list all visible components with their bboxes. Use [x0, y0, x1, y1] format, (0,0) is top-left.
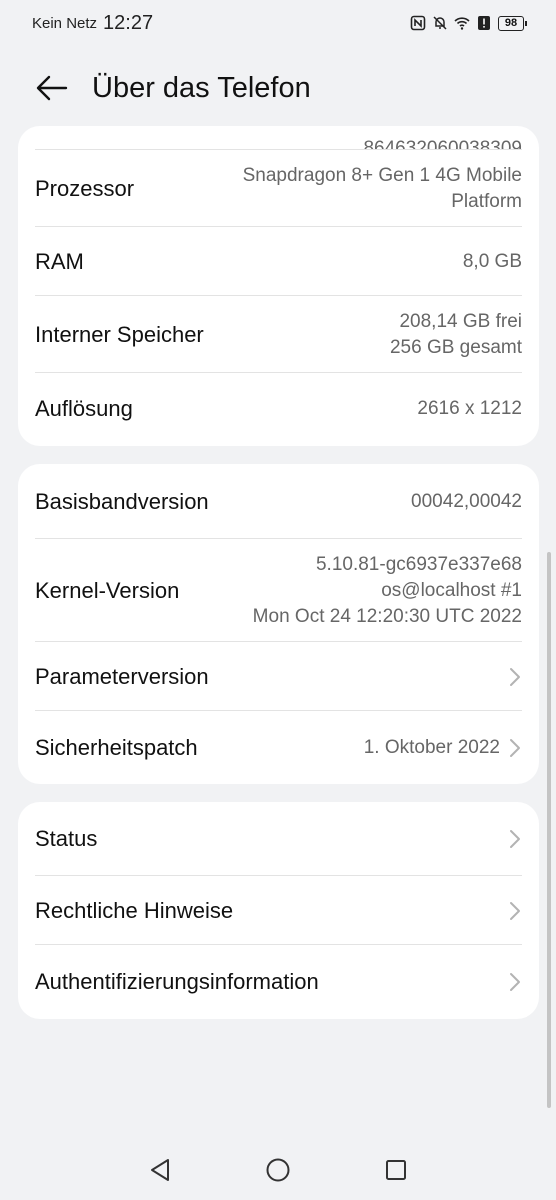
authentication-info-row[interactable]: Authentifizierungsinformation: [18, 945, 539, 1019]
security-patch-row[interactable]: Sicherheitspatch 1. Oktober 2022: [18, 711, 539, 784]
nfc-icon: [410, 15, 426, 31]
scrollbar[interactable]: [547, 552, 551, 1108]
imei-row-partial: 864632060038309: [18, 126, 539, 150]
ram-value: 8,0 GB: [462, 250, 522, 272]
parameter-version-label: Parameterversion: [35, 663, 209, 689]
status-row[interactable]: Status: [18, 802, 539, 876]
chevron-right-icon: [510, 973, 520, 991]
clock: 12:27: [103, 11, 154, 34]
resolution-value: 2616 x 1212: [417, 398, 522, 419]
resolution-label: Auflösung: [35, 396, 133, 421]
storage-value: 208,14 GB frei 256 GB gesamt: [389, 310, 522, 358]
chevron-right-icon: [510, 901, 520, 920]
legal-notices-label: Rechtliche Hinweise: [35, 897, 234, 923]
software-info-card: Basisbandversion 00042,00042 Kernel-Vers…: [18, 464, 539, 784]
legal-notices-row[interactable]: Rechtliche Hinweise: [18, 876, 539, 945]
alert-icon: [478, 16, 490, 30]
authentication-info-label: Authentifizierungsinformation: [35, 969, 319, 994]
square-recents-icon: [386, 1160, 406, 1180]
processor-label: Prozessor: [35, 175, 135, 201]
status-label: Status: [35, 826, 98, 851]
processor-value: Snapdragon 8+ Gen 1 4G Mobile Platform: [242, 164, 522, 212]
system-nav-bar: [0, 1140, 556, 1200]
kernel-row: Kernel-Version 5.10.81-gc6937e337e68 os@…: [18, 539, 539, 642]
baseband-value: 00042,00042: [411, 490, 522, 512]
nav-back-button[interactable]: [145, 1155, 175, 1185]
status-bar: Kein Netz 12:27 98: [0, 0, 556, 46]
storage-label: Interner Speicher: [35, 321, 204, 347]
back-button[interactable]: [30, 66, 74, 110]
settings-list[interactable]: 864632060038309 Prozessor Snapdragon 8+ …: [0, 126, 556, 1126]
baseband-label: Basisbandversion: [35, 488, 209, 514]
battery-indicator: 98: [498, 15, 527, 31]
security-patch-label: Sicherheitspatch: [35, 734, 198, 760]
imei-value: 864632060038309: [363, 138, 522, 150]
processor-row: Prozessor Snapdragon 8+ Gen 1 4G Mobile …: [18, 150, 539, 227]
wifi-icon: [454, 17, 470, 30]
baseband-row: Basisbandversion 00042,00042: [18, 464, 539, 539]
nav-recents-button[interactable]: [381, 1155, 411, 1185]
carrier-label: Kein Netz: [32, 14, 98, 32]
chevron-right-icon: [510, 667, 520, 686]
resolution-row: Auflösung 2616 x 1212: [18, 373, 539, 445]
storage-row: Interner Speicher 208,14 GB frei 256 GB …: [18, 296, 539, 373]
security-patch-value: 1. Oktober 2022: [363, 736, 500, 758]
triangle-back-icon: [151, 1159, 169, 1181]
app-header: Über das Telefon: [0, 60, 556, 116]
page-title: Über das Telefon: [92, 71, 311, 104]
chevron-right-icon: [510, 738, 520, 757]
legal-card: Status Rechtliche Hinweise Authentifizie…: [18, 802, 539, 1019]
nav-home-button[interactable]: [263, 1155, 293, 1185]
parameter-version-row[interactable]: Parameterversion: [18, 642, 539, 711]
arrow-left-icon: [36, 75, 68, 101]
mute-bell-icon: [433, 16, 447, 30]
kernel-value: 5.10.81-gc6937e337e68 os@localhost #1 Mo…: [252, 553, 522, 627]
ram-row: RAM 8,0 GB: [18, 227, 539, 296]
kernel-label: Kernel-Version: [35, 577, 180, 603]
ram-label: RAM: [35, 248, 84, 274]
circle-home-icon: [266, 1158, 290, 1182]
device-info-card: 864632060038309 Prozessor Snapdragon 8+ …: [18, 126, 539, 446]
status-icons: 98: [410, 15, 527, 31]
chevron-right-icon: [510, 830, 520, 848]
